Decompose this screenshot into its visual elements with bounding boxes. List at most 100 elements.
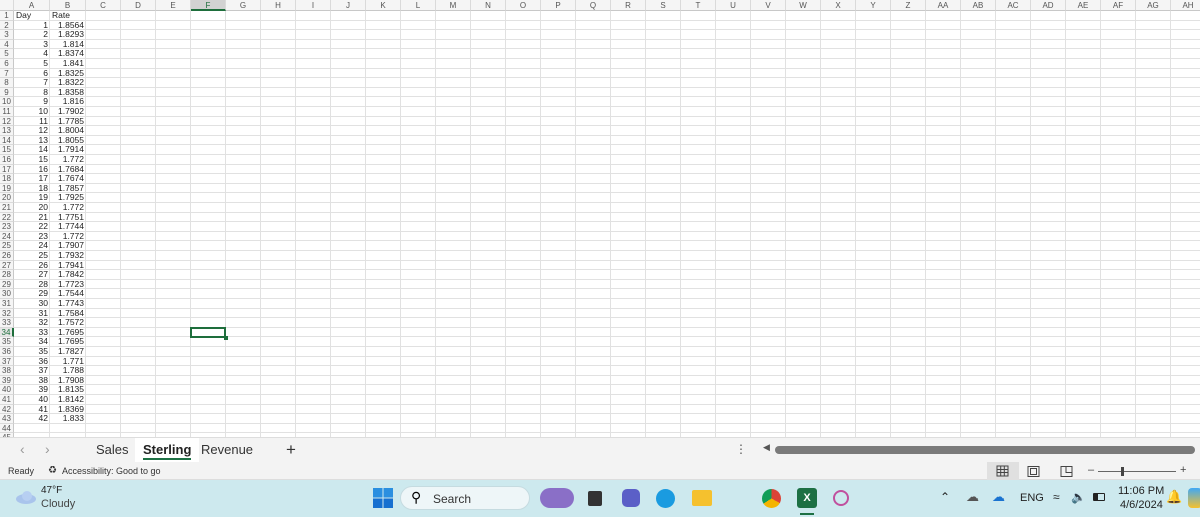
tab-sales[interactable]: Sales <box>88 438 137 462</box>
row-header-24[interactable]: 24 <box>0 231 14 242</box>
row-header-40[interactable]: 40 <box>0 385 14 395</box>
row-header-8[interactable]: 8 <box>0 78 14 88</box>
windows-start-icon[interactable] <box>373 488 393 508</box>
column-header-AB[interactable]: AB <box>961 0 996 11</box>
row-header-19[interactable]: 19 <box>0 183 14 194</box>
row-header-1[interactable]: 1 <box>0 11 14 21</box>
row-header-44[interactable]: 44 <box>0 423 14 434</box>
scroll-left-icon[interactable]: ◀ <box>763 442 770 453</box>
row-header-11[interactable]: 11 <box>0 107 14 117</box>
show-hidden-icons[interactable]: ⌃ <box>940 490 950 504</box>
cell-A43[interactable]: 42 <box>14 414 50 424</box>
row-header-36[interactable]: 36 <box>0 347 14 357</box>
accessibility-status[interactable]: Accessibility: Good to go <box>62 466 161 476</box>
column-header-Y[interactable]: Y <box>856 0 891 11</box>
column-header-I[interactable]: I <box>296 0 331 11</box>
row-header-18[interactable]: 18 <box>0 174 14 184</box>
add-sheet-button[interactable]: + <box>278 438 304 462</box>
clock-date[interactable]: 4/6/2024 <box>1120 499 1163 511</box>
row-header-5[interactable]: 5 <box>0 49 14 59</box>
onedrive-personal-icon[interactable]: ☁ <box>966 489 979 505</box>
row-header-22[interactable]: 22 <box>0 212 14 223</box>
column-header-K[interactable]: K <box>366 0 401 11</box>
column-header-AH[interactable]: AH <box>1171 0 1200 11</box>
file-explorer-dark-icon[interactable] <box>588 491 602 506</box>
row-header-20[interactable]: 20 <box>0 193 14 203</box>
row-header-10[interactable]: 10 <box>0 97 14 107</box>
volume-icon[interactable]: 🔈 <box>1071 490 1086 504</box>
row-header-33[interactable]: 33 <box>0 318 14 328</box>
column-header-D[interactable]: D <box>121 0 156 11</box>
snipping-tool-icon[interactable] <box>833 490 849 506</box>
row-header-12[interactable]: 12 <box>0 116 14 127</box>
tab-sterling[interactable]: Sterling <box>135 438 200 462</box>
row-header-35[interactable]: 35 <box>0 337 14 347</box>
select-all-corner[interactable] <box>0 0 14 11</box>
more-options-icon[interactable]: ⋮ <box>735 442 747 456</box>
copilot-icon[interactable] <box>1188 488 1200 508</box>
onedrive-icon[interactable]: ☁ <box>992 489 1005 505</box>
row-header-6[interactable]: 6 <box>0 59 14 69</box>
notification-bell-icon[interactable]: 🔔 <box>1166 489 1182 505</box>
file-explorer-icon[interactable] <box>692 490 712 506</box>
weather-condition[interactable]: Cloudy <box>41 498 75 510</box>
row-header-39[interactable]: 39 <box>0 375 14 386</box>
excel-icon[interactable]: X <box>797 488 817 508</box>
row-header-9[interactable]: 9 <box>0 87 14 98</box>
zoom-in-button[interactable]: + <box>1180 464 1186 476</box>
column-header-G[interactable]: G <box>226 0 261 11</box>
row-header-37[interactable]: 37 <box>0 356 14 367</box>
column-header-J[interactable]: J <box>331 0 366 11</box>
column-header-C[interactable]: C <box>86 0 121 11</box>
zoom-slider[interactable] <box>1098 471 1176 472</box>
row-header-16[interactable]: 16 <box>0 155 14 165</box>
column-header-Q[interactable]: Q <box>576 0 611 11</box>
edge-icon[interactable] <box>656 489 675 508</box>
row-header-2[interactable]: 2 <box>0 20 14 31</box>
column-header-AE[interactable]: AE <box>1066 0 1101 11</box>
page-break-icon[interactable] <box>1060 466 1074 477</box>
spreadsheet-grid[interactable]: A B C D E F G H I J K L M N O P Q R S T U V W X Y Z AA AB AC AD AE AF AG… <box>0 0 1200 437</box>
column-header-S[interactable]: S <box>646 0 681 11</box>
row-header-3[interactable]: 3 <box>0 30 14 40</box>
row-header-21[interactable]: 21 <box>0 203 14 213</box>
column-header-X[interactable]: X <box>821 0 856 11</box>
row-header-7[interactable]: 7 <box>0 68 14 79</box>
zoom-out-button[interactable]: – <box>1088 464 1094 476</box>
row-header-30[interactable]: 30 <box>0 289 14 299</box>
zoom-slider-thumb[interactable] <box>1121 467 1124 476</box>
row-header-31[interactable]: 31 <box>0 299 14 309</box>
page-layout-icon[interactable] <box>1027 466 1041 477</box>
tab-revenue[interactable]: Revenue <box>193 438 261 462</box>
search-box[interactable]: ⚲ Search <box>400 486 530 510</box>
row-header-4[interactable]: 4 <box>0 39 14 50</box>
column-header-M[interactable]: M <box>436 0 471 11</box>
row-header-17[interactable]: 17 <box>0 164 14 175</box>
selected-cell-F34[interactable] <box>190 326 228 340</box>
next-sheet-icon[interactable]: › <box>45 441 50 457</box>
column-header-E[interactable]: E <box>156 0 191 11</box>
column-header-O[interactable]: O <box>506 0 541 11</box>
row-header-23[interactable]: 23 <box>0 222 14 232</box>
weather-temp[interactable]: 47°F <box>41 485 62 496</box>
row-header-42[interactable]: 42 <box>0 404 14 415</box>
column-header-AG[interactable]: AG <box>1136 0 1171 11</box>
row-header-28[interactable]: 28 <box>0 270 14 280</box>
column-header-N[interactable]: N <box>471 0 506 11</box>
row-header-15[interactable]: 15 <box>0 145 14 155</box>
wifi-icon[interactable]: ≈ <box>1053 490 1060 504</box>
column-header-T[interactable]: T <box>681 0 716 11</box>
row-header-25[interactable]: 25 <box>0 241 14 251</box>
widget-icon[interactable] <box>540 488 574 508</box>
column-header-AF[interactable]: AF <box>1101 0 1136 11</box>
column-header-V[interactable]: V <box>751 0 786 11</box>
row-header-29[interactable]: 29 <box>0 279 14 290</box>
column-header-F[interactable]: F <box>191 0 226 11</box>
clock-time[interactable]: 11:06 PM <box>1118 485 1164 497</box>
column-header-AA[interactable]: AA <box>926 0 961 11</box>
row-header-14[interactable]: 14 <box>0 135 14 146</box>
teams-icon[interactable] <box>622 489 640 507</box>
column-header-P[interactable]: P <box>541 0 576 11</box>
row-header-26[interactable]: 26 <box>0 251 14 261</box>
row-header-27[interactable]: 27 <box>0 260 14 271</box>
